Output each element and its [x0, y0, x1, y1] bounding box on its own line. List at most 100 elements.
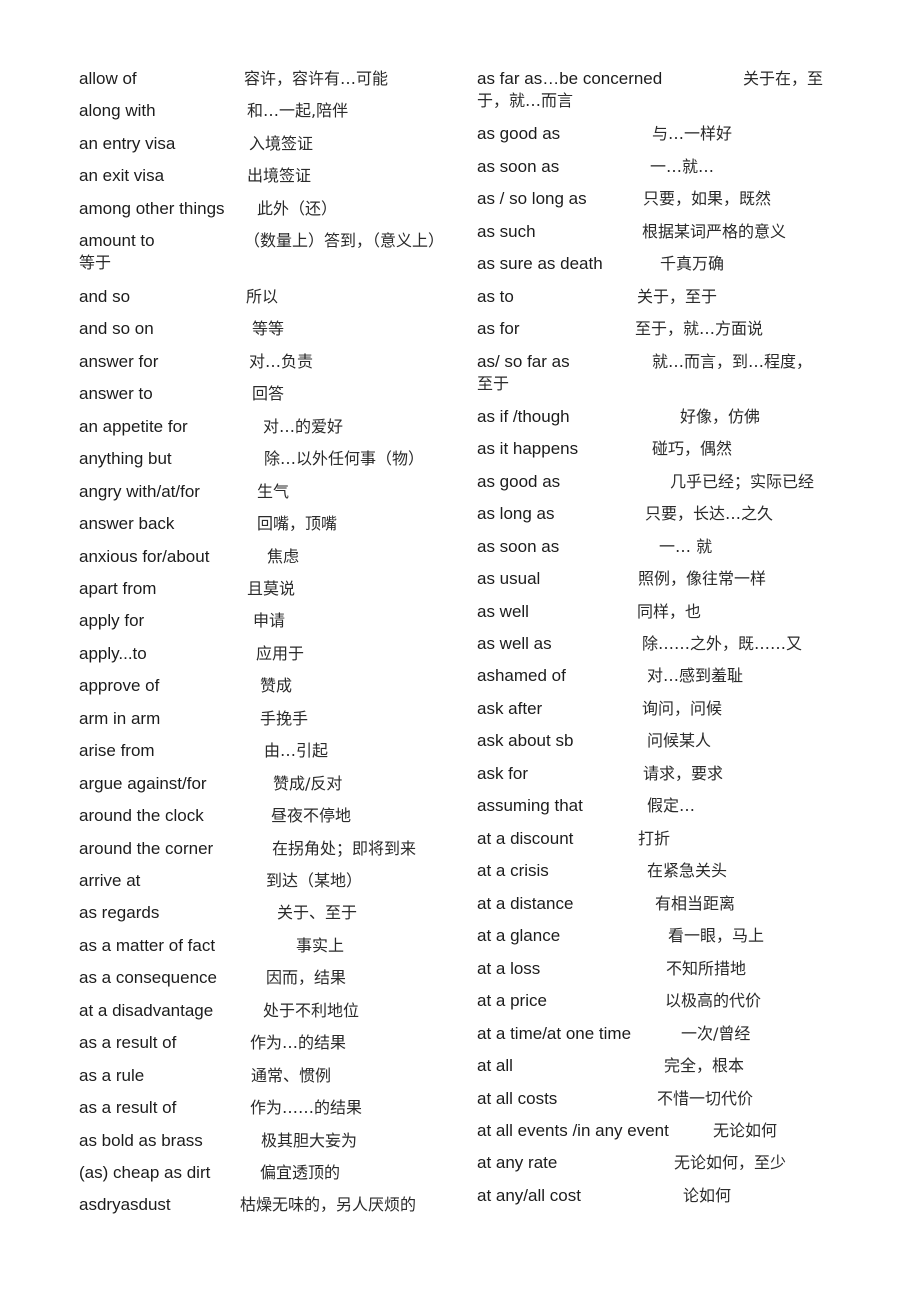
phrase-english: along with: [79, 101, 156, 120]
phrase-english: an exit visa: [79, 166, 165, 185]
phrase-chinese-meaning: 好像，仿佛: [680, 407, 761, 426]
phrase-english: as a result of: [79, 1033, 177, 1052]
phrase-english: at a crisis: [477, 861, 549, 880]
phrase-english: ask after: [477, 699, 543, 718]
phrase-chinese-meaning: 事实上: [296, 936, 345, 955]
phrase-english: around the corner: [79, 839, 214, 858]
phrase-chinese-meaning: 作为…的结果: [250, 1033, 347, 1052]
phrase-chinese-meaning: 千真万确: [660, 254, 725, 273]
phrase-chinese-meaning: 极其胆大妄为: [261, 1131, 358, 1150]
phrase-chinese-meaning-continued: 于，就…而言: [477, 91, 574, 110]
phrase-english: angry with/at/for: [79, 482, 200, 501]
phrase-chinese-meaning: 完全，根本: [664, 1056, 745, 1075]
phrase-english: as bold as brass: [79, 1131, 203, 1150]
phrase-chinese-meaning: 赞成: [260, 676, 293, 695]
phrase-english: at a distance: [477, 894, 574, 913]
phrase-chinese-meaning: 就…而言，到…程度，: [652, 352, 813, 371]
phrase-english: at a glance: [477, 926, 561, 945]
phrase-english: as soon as: [477, 537, 560, 556]
phrase-english: arise from: [79, 741, 155, 760]
phrase-english: an entry visa: [79, 134, 176, 153]
phrase-english: at all events /in any event: [477, 1121, 669, 1140]
phrase-english: as if /though: [477, 407, 570, 426]
phrase-chinese-meaning: 对…感到羞耻: [647, 666, 744, 685]
phrase-chinese-meaning: 与…一样好: [652, 124, 733, 143]
phrase-english: approve of: [79, 676, 160, 695]
phrase-chinese-meaning: 和…一起,陪伴: [247, 101, 349, 120]
phrase-chinese-meaning: 问候某人: [647, 731, 712, 750]
phrase-chinese-meaning: 通常、惯例: [251, 1066, 332, 1085]
phrase-english: arrive at: [79, 871, 141, 890]
phrase-english: as a consequence: [79, 968, 217, 987]
phrase-english: as a result of: [79, 1098, 177, 1117]
phrase-chinese-meaning: 除……之外，既……又: [642, 634, 803, 653]
phrase-english: anything but: [79, 449, 172, 468]
phrase-chinese-meaning: 假定…: [647, 796, 696, 815]
phrase-chinese-meaning: 回嘴，顶嘴: [257, 514, 338, 533]
phrase-english: as a matter of fact: [79, 936, 216, 955]
phrase-chinese-meaning: 赞成/反对: [273, 774, 343, 793]
phrase-chinese-meaning: 出境签证: [247, 166, 312, 185]
phrase-english: an appetite for: [79, 417, 188, 436]
phrase-chinese-meaning: 至于，就…方面说: [635, 319, 764, 338]
phrase-chinese-meaning: 生气: [257, 482, 290, 501]
phrase-chinese-meaning: 一… 就: [659, 537, 713, 556]
phrase-english: at all: [477, 1056, 513, 1075]
phrase-chinese-meaning: 由…引起: [264, 741, 329, 760]
phrase-english: answer to: [79, 384, 153, 403]
phrase-chinese-meaning: 在紧急关头: [647, 861, 728, 880]
phrase-english: at a loss: [477, 959, 541, 978]
phrase-chinese-meaning: 根据某词严格的意义: [642, 222, 787, 241]
phrase-english: as sure as death: [477, 254, 603, 273]
phrase-english: around the clock: [79, 806, 204, 825]
phrase-list-page: allow of 容许，容许有…可能 along with 和…一起,陪伴 an ent…: [0, 0, 920, 1302]
phrase-chinese-meaning: 不惜一切代价: [657, 1089, 754, 1108]
phrase-chinese-meaning: 关于在，至: [743, 69, 824, 88]
phrase-chinese-meaning: 对…负责: [249, 352, 314, 371]
phrase-chinese-meaning: 除…以外任何事（物）: [264, 449, 425, 468]
phrase-english: at a discount: [477, 829, 574, 848]
phrase-english: answer back: [79, 514, 175, 533]
phrase-english: as regards: [79, 903, 160, 922]
phrase-chinese-meaning: 昼夜不停地: [271, 806, 352, 825]
phrase-english: at any rate: [477, 1153, 558, 1172]
phrase-english: anxious for/about: [79, 547, 210, 566]
phrase-chinese-meaning: 因而，结果: [266, 968, 347, 987]
phrase-english: (as) cheap as dirt: [79, 1163, 211, 1182]
phrase-chinese-meaning: 且莫说: [247, 579, 296, 598]
phrase-english: at all costs: [477, 1089, 558, 1108]
phrase-english: at any/all cost: [477, 1186, 581, 1205]
phrase-english: as / so long as: [477, 189, 587, 208]
phrase-chinese-meaning: 焦虑: [267, 547, 300, 566]
phrase-chinese-meaning: 在拐角处；即将到来: [272, 839, 417, 858]
phrase-english: allow of: [79, 69, 137, 88]
phrase-chinese-meaning: 询问，问候: [642, 699, 723, 718]
phrase-chinese-meaning: 以极高的代价: [665, 991, 762, 1010]
phrase-chinese-meaning: 一…就…: [650, 157, 715, 176]
phrase-english: at a time/at one time: [477, 1024, 632, 1043]
phrase-chinese-meaning: 偏宜透顶的: [260, 1163, 341, 1182]
phrase-chinese-meaning: 同样，也: [637, 602, 702, 621]
phrase-chinese-meaning: 到达（某地）: [266, 871, 363, 890]
phrase-english: as it happens: [477, 439, 579, 458]
phrase-chinese-meaning: 无论如何，至少: [674, 1153, 787, 1172]
phrase-english: at a price: [477, 991, 547, 1010]
phrase-chinese-meaning: 入境签证: [249, 134, 314, 153]
phrase-english: as/ so far as: [477, 352, 570, 371]
phrase-chinese-meaning: 只要，如果，既然: [643, 189, 772, 208]
phrase-chinese-meaning: 只要，长达…之久: [645, 504, 774, 523]
phrase-chinese-meaning: 请求，要求: [643, 764, 724, 783]
phrase-chinese-meaning: 应用于: [256, 644, 305, 663]
phrase-chinese-meaning: 不知所措地: [666, 959, 747, 978]
phrase-chinese-meaning: （数量上）答到，（意义上）: [244, 231, 445, 250]
phrase-english: apply for: [79, 611, 145, 630]
phrase-chinese-meaning: 对…的爱好: [263, 417, 344, 436]
phrase-chinese-meaning: 有相当距离: [655, 894, 736, 913]
phrase-chinese-meaning: 关于，至于: [637, 287, 718, 306]
phrase-chinese-meaning: 几乎已经；实际已经: [670, 472, 815, 491]
phrase-chinese-meaning: 等等: [252, 319, 285, 338]
phrase-english: as such: [477, 222, 536, 241]
phrase-chinese-meaning-continued: 等于: [79, 253, 112, 272]
phrase-english: as usual: [477, 569, 541, 588]
phrase-english: among other things: [79, 199, 225, 218]
